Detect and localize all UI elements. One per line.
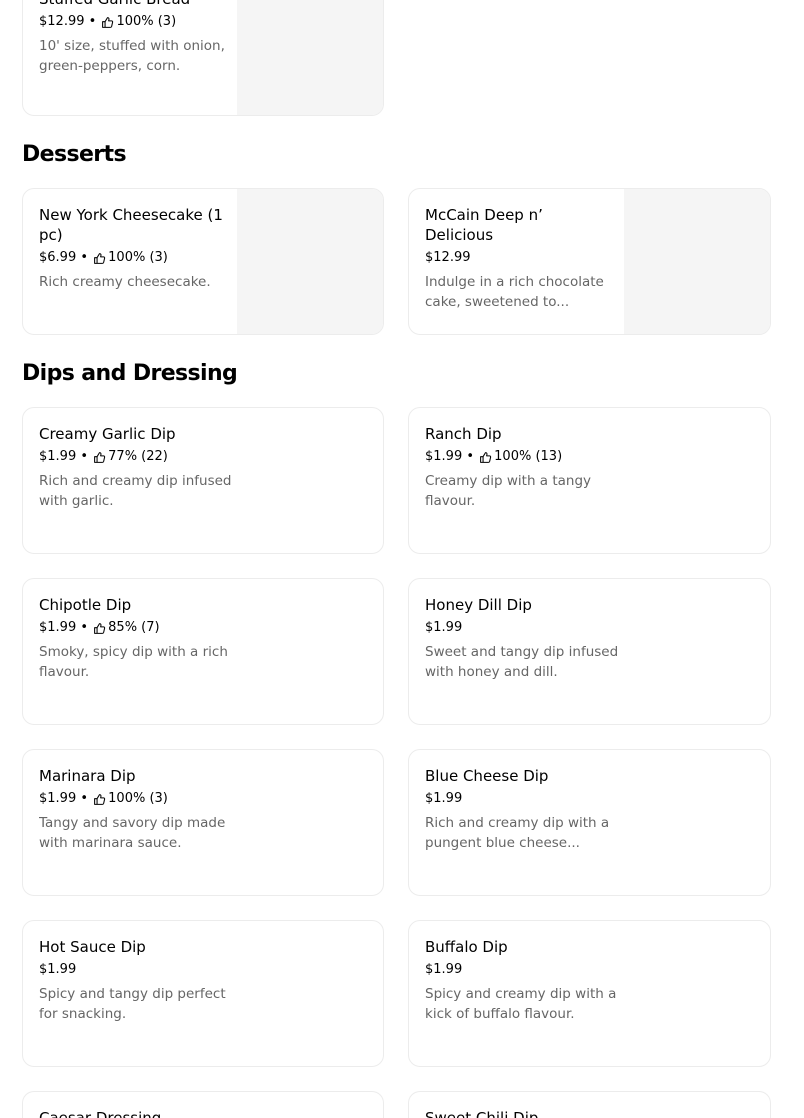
item-name: Blue Cheese Dip — [425, 767, 549, 785]
thumbs-up-icon — [94, 793, 106, 805]
item-image — [237, 189, 383, 334]
item-description: Sweet and tangy dip infused with honey a… — [425, 644, 619, 680]
item-meta: $12.99 — [425, 249, 615, 267]
menu-item-card[interactable]: Hot Sauce Dip $1.99 Spicy and tangy dip … — [22, 920, 384, 1067]
meta-separator: • — [76, 250, 93, 265]
item-rating: 85% (7) — [108, 620, 160, 635]
thumbs-up-icon — [480, 451, 492, 463]
item-rating: 100% (13) — [494, 449, 563, 464]
item-name: Stuffed Garlic Bread — [39, 0, 229, 9]
section-title-dips-and-dressing: Dips and Dressing — [22, 361, 238, 386]
item-name: Buffalo Dip — [425, 938, 508, 956]
item-price: $1.99 — [39, 791, 77, 806]
thumbs-up-icon — [94, 252, 106, 264]
meta-separator: • — [76, 791, 93, 806]
item-description: 10' size, stuffed with onion, green-pepp… — [39, 38, 225, 74]
item-description: Rich and creamy dip with a pungent blue … — [425, 815, 610, 851]
item-rating: 100% (3) — [108, 250, 168, 265]
meta-separator: • — [462, 449, 479, 464]
item-name: Hot Sauce Dip — [39, 938, 146, 956]
item-name: McCain Deep n’ Delicious — [425, 206, 543, 244]
item-meta: $1.99 • 100% (3) — [39, 790, 239, 808]
item-meta: $1.99 — [39, 961, 239, 979]
item-name: Sweet Chili Dip — [425, 1109, 539, 1118]
item-price: $12.99 — [425, 250, 471, 265]
meta-separator: • — [84, 14, 101, 29]
menu-item-card[interactable]: Blue Cheese Dip $1.99 Rich and creamy di… — [408, 749, 771, 896]
item-image — [624, 189, 770, 334]
meta-separator: • — [76, 620, 93, 635]
menu-item-card[interactable]: Creamy Garlic Dip $1.99 • 77% (22) Rich … — [22, 407, 384, 554]
menu-item-card[interactable]: Stuffed Garlic Bread $12.99 • 100% (3) 1… — [22, 0, 384, 116]
item-description: Smoky, spicy dip with a rich flavour. — [39, 644, 228, 680]
item-price: $6.99 — [39, 250, 77, 265]
item-image — [237, 0, 383, 115]
menu-item-card[interactable]: Chipotle Dip $1.99 • 85% (7) Smoky, spic… — [22, 578, 384, 725]
menu-item-card[interactable]: McCain Deep n’ Delicious $12.99 Indulge … — [408, 188, 771, 335]
item-name: New York Cheesecake (1 pc) — [39, 206, 223, 244]
menu-item-card[interactable]: Sweet Chili Dip — [408, 1091, 771, 1118]
item-name: Caesar Dressing — [39, 1109, 162, 1118]
menu-item-card[interactable]: Buffalo Dip $1.99 Spicy and creamy dip w… — [408, 920, 771, 1067]
menu-item-card[interactable]: Marinara Dip $1.99 • 100% (3) Tangy and … — [22, 749, 384, 896]
item-description: Creamy dip with a tangy flavour. — [425, 473, 592, 509]
item-description: Spicy and creamy dip with a kick of buff… — [425, 986, 617, 1022]
item-price: $12.99 — [39, 14, 85, 29]
item-description: Tangy and savory dip made with marinara … — [39, 815, 226, 851]
item-description: Rich creamy cheesecake. — [39, 274, 211, 290]
item-description: Rich and creamy dip infused with garlic. — [39, 473, 232, 509]
menu-item-card[interactable]: New York Cheesecake (1 pc) $6.99 • 100% … — [22, 188, 384, 335]
item-meta: $1.99 • 100% (13) — [425, 448, 625, 466]
item-rating: 77% (22) — [108, 449, 168, 464]
thumbs-up-icon — [94, 622, 106, 634]
menu-item-card[interactable]: Ranch Dip $1.99 • 100% (13) Creamy dip w… — [408, 407, 771, 554]
item-price: $1.99 — [425, 962, 463, 977]
item-price: $1.99 — [425, 449, 463, 464]
menu-item-card[interactable]: Honey Dill Dip $1.99 Sweet and tangy dip… — [408, 578, 771, 725]
item-name: Marinara Dip — [39, 767, 136, 785]
item-meta: $1.99 • 85% (7) — [39, 619, 239, 637]
item-meta: $12.99 • 100% (3) — [39, 13, 229, 31]
item-meta: $1.99 — [425, 619, 625, 637]
thumbs-up-icon — [94, 451, 106, 463]
item-description: Spicy and tangy dip perfect for snacking… — [39, 986, 226, 1022]
meta-separator: • — [76, 449, 93, 464]
item-price: $1.99 — [39, 962, 77, 977]
section-title-desserts: Desserts — [22, 142, 127, 167]
item-name: Ranch Dip — [425, 425, 502, 443]
item-rating: 100% (3) — [116, 14, 177, 29]
item-meta: $6.99 • 100% (3) — [39, 249, 229, 267]
item-meta: $1.99 — [425, 961, 625, 979]
item-name: Honey Dill Dip — [425, 596, 532, 614]
item-meta: $1.99 • 77% (22) — [39, 448, 239, 466]
menu-item-card[interactable]: Caesar Dressing — [22, 1091, 384, 1118]
item-description: Indulge in a rich chocolate cake, sweete… — [425, 274, 604, 310]
item-price: $1.99 — [39, 449, 77, 464]
item-name: Creamy Garlic Dip — [39, 425, 176, 443]
item-price: $1.99 — [425, 791, 463, 806]
item-price: $1.99 — [39, 620, 77, 635]
item-rating: 100% (3) — [108, 791, 168, 806]
thumbs-up-icon — [102, 16, 114, 28]
item-price: $1.99 — [425, 620, 463, 635]
item-name: Chipotle Dip — [39, 596, 132, 614]
item-meta: $1.99 — [425, 790, 625, 808]
